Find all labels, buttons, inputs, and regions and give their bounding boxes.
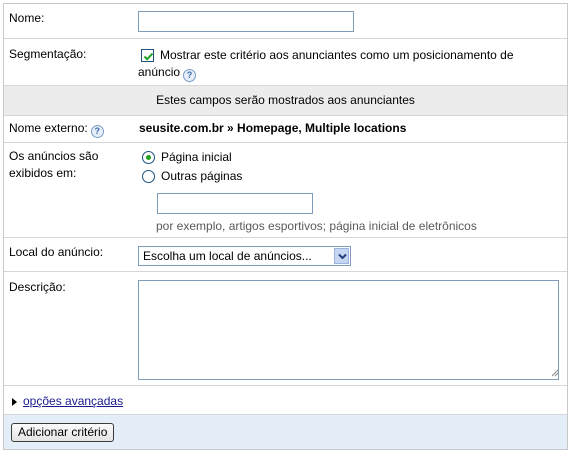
advertiser-fields-band: Estes campos serão mostrados aos anuncia… (4, 86, 567, 116)
description-textarea[interactable] (138, 280, 559, 380)
segmentation-label: Segmentação: (9, 47, 87, 61)
help-icon[interactable]: ? (183, 69, 197, 82)
segmentation-row: Segmentação: Mostrar este critério aos a… (4, 39, 567, 86)
other-pages-input[interactable] (157, 193, 313, 214)
name-label: Nome: (9, 11, 45, 25)
ad-location-selected: Escolha um local de anúncios... (143, 249, 312, 263)
show-to-advertisers-checkbox[interactable] (141, 49, 154, 62)
external-name-row: Nome externo:? seusite.com.br » Homepage… (4, 116, 567, 143)
advanced-options-row: opções avançadas (4, 386, 567, 415)
checkbox-text-line1: Mostrar este critério aos anunciantes co… (160, 48, 514, 62)
other-pages-hint: por exemplo, artigos esportivos; página … (156, 219, 477, 233)
help-icon[interactable]: ? (90, 125, 104, 138)
ad-location-label: Local do anúncio: (9, 245, 104, 259)
advanced-options-link[interactable]: opções avançadas (23, 393, 123, 410)
checkmark-icon (143, 52, 154, 61)
external-name-label: Nome externo: (9, 121, 88, 135)
external-name-label-wrap: Nome externo:? (9, 120, 104, 138)
checkbox-text-line2-wrap: anúncio? (138, 64, 197, 82)
ad-location-select[interactable]: Escolha um local de anúncios... (138, 246, 351, 266)
criterion-form: Nome: Segmentação: Mostrar este critério… (3, 3, 568, 450)
name-input[interactable] (138, 11, 354, 32)
triangle-right-icon (12, 398, 17, 406)
checkbox-text-line2: anúncio (138, 65, 181, 79)
description-label: Descrição: (9, 280, 66, 294)
add-criterion-button[interactable]: Adicionar critério (11, 423, 115, 442)
external-name-value: seusite.com.br » Homepage, Multiple loca… (139, 121, 407, 135)
display-label-line1: Os anúncios são (9, 149, 99, 163)
display-label-line2: exibidos em: (9, 166, 77, 180)
display-location-row: Os anúncios são exibidos em: Página inic… (4, 143, 567, 238)
resize-grip-icon[interactable] (550, 368, 559, 377)
radio-home-page-label: Página inicial (161, 150, 232, 164)
name-row: Nome: (4, 4, 567, 39)
chevron-down-icon[interactable] (334, 248, 349, 264)
ad-location-row: Local do anúncio: Escolha um local de an… (4, 238, 567, 272)
form-footer: Adicionar critério (4, 415, 567, 449)
description-row: Descrição: (4, 272, 567, 386)
radio-other-pages[interactable] (142, 170, 155, 183)
advertiser-fields-note: Estes campos serão mostrados aos anuncia… (156, 93, 415, 107)
radio-other-pages-label: Outras páginas (161, 169, 243, 183)
radio-home-page[interactable] (142, 151, 155, 164)
